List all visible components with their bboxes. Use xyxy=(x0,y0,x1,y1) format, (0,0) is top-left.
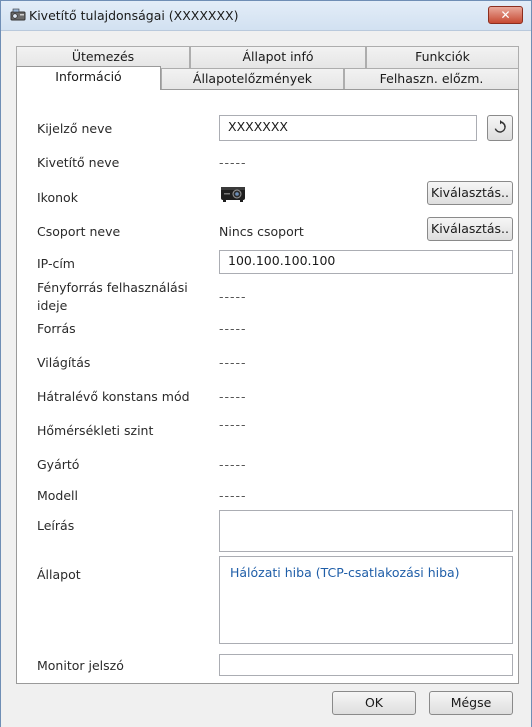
display-name-input[interactable]: XXXXXXX xyxy=(219,115,477,141)
light-hours-label-line1: Fényforrás felhasználási xyxy=(37,280,188,295)
display-name-value: XXXXXXX xyxy=(228,119,288,134)
properties-dialog: Kivetítő tulajdonságai (XXXXXXX) ✕ Üteme… xyxy=(0,0,532,727)
manufacturer-label: Gyártó xyxy=(37,457,80,472)
group-name-label: Csoport neve xyxy=(37,224,121,239)
tab-schedule[interactable]: Ütemezés xyxy=(16,46,190,68)
model-label: Modell xyxy=(37,488,79,503)
projector-app-icon xyxy=(10,8,26,22)
monitor-password-label: Monitor jelszó xyxy=(37,658,124,673)
model-value: ----- xyxy=(219,488,247,503)
description-input[interactable] xyxy=(219,510,513,552)
light-hours-value: ----- xyxy=(219,289,247,304)
ip-value: 100.100.100.100 xyxy=(228,253,336,268)
light-hours-label-line2: ideje xyxy=(37,298,68,313)
select-group-button[interactable]: Kiválasztás.. xyxy=(427,217,513,241)
tab-functions[interactable]: Funkciók xyxy=(366,46,519,68)
status-box: Hálózati hiba (TCP-csatlakozási hiba) xyxy=(219,556,513,644)
display-name-label: Kijelző neve xyxy=(37,121,113,136)
constant-mode-value: ----- xyxy=(219,389,247,404)
tab-row-lower: Információ Állapotelőzmények Felhaszn. e… xyxy=(16,66,519,90)
ok-button[interactable]: OK xyxy=(332,691,416,715)
window-title: Kivetítő tulajdonságai (XXXXXXX) xyxy=(29,8,239,23)
select-icon-button[interactable]: Kiválasztás.. xyxy=(427,181,513,205)
group-name-value: Nincs csoport xyxy=(219,224,304,239)
ip-input[interactable]: 100.100.100.100 xyxy=(219,250,513,274)
tab-information[interactable]: Információ xyxy=(16,66,161,90)
title-bar[interactable]: Kivetítő tulajdonságai (XXXXXXX) ✕ xyxy=(1,1,531,31)
refresh-icon xyxy=(493,120,507,135)
brightness-label: Világítás xyxy=(37,355,91,370)
constant-mode-label: Hátralévő konstans mód xyxy=(37,389,190,404)
brightness-value: ----- xyxy=(219,355,247,370)
source-label: Forrás xyxy=(37,321,76,336)
projector-icon xyxy=(219,183,247,208)
temperature-value: ----- xyxy=(219,417,247,432)
icons-label: Ikonok xyxy=(37,190,78,205)
tab-status-history[interactable]: Állapotelőzmények xyxy=(161,68,344,90)
status-value: Hálózati hiba (TCP-csatlakozási hiba) xyxy=(230,565,460,580)
projector-name-value: ----- xyxy=(219,155,247,170)
tab-row-upper: Ütemezés Állapot infó Funkciók xyxy=(16,46,519,68)
projector-name-label: Kivetítő neve xyxy=(37,155,120,170)
status-label: Állapot xyxy=(37,567,81,582)
refresh-button[interactable] xyxy=(487,115,513,141)
tab-usage-history[interactable]: Felhaszn. előzm. xyxy=(344,68,519,90)
description-label: Leírás xyxy=(37,518,75,533)
source-value: ----- xyxy=(219,321,247,336)
ip-label: IP-cím xyxy=(37,256,75,271)
cancel-button[interactable]: Mégse xyxy=(429,691,513,715)
close-button[interactable]: ✕ xyxy=(488,6,523,24)
monitor-password-input[interactable] xyxy=(219,654,513,676)
manufacturer-value: ----- xyxy=(219,457,247,472)
temperature-label: Hőmérsékleti szint xyxy=(37,423,154,438)
tab-status-info[interactable]: Állapot infó xyxy=(190,46,366,68)
